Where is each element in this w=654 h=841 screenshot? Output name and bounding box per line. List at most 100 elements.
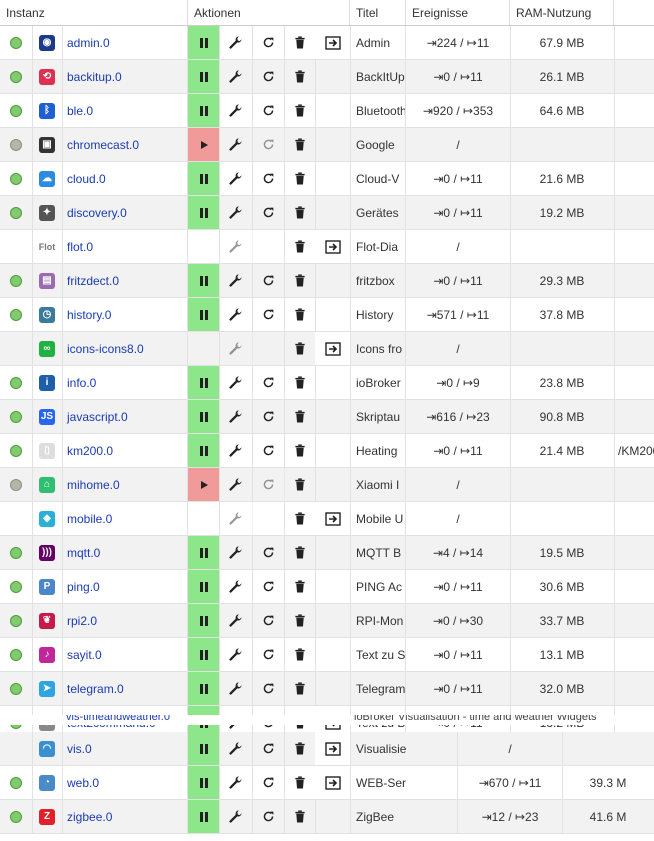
wrench-icon[interactable] <box>219 162 253 195</box>
instance-name-link[interactable]: admin.0 <box>62 26 188 59</box>
instance-name-link[interactable]: ping.0 <box>62 570 188 603</box>
pause-instance-button[interactable] <box>188 672 220 705</box>
header-titel[interactable]: Titel <box>350 0 406 25</box>
instance-name-link[interactable]: javascript.0 <box>62 400 188 433</box>
instance-name-link[interactable]: vis.0 <box>62 732 188 765</box>
pause-instance-button[interactable] <box>188 298 220 331</box>
pause-instance-button[interactable] <box>188 638 220 671</box>
wrench-icon[interactable] <box>219 128 253 161</box>
header-ram[interactable]: RAM-Nutzung <box>510 0 614 25</box>
wrench-icon[interactable] <box>219 638 253 671</box>
pause-instance-button[interactable] <box>188 732 220 765</box>
trash-icon[interactable] <box>284 400 316 433</box>
instance-name-link[interactable]: chromecast.0 <box>62 128 188 161</box>
trash-icon[interactable] <box>284 128 316 161</box>
instance-name-link[interactable]: info.0 <box>62 366 188 399</box>
reload-icon[interactable] <box>252 162 285 195</box>
open-web-icon[interactable] <box>315 26 351 59</box>
instance-name-link[interactable]: mobile.0 <box>62 502 188 535</box>
instance-name-link[interactable]: discovery.0 <box>62 196 188 229</box>
reload-icon[interactable] <box>252 536 285 569</box>
wrench-icon[interactable] <box>219 468 253 501</box>
pause-instance-button[interactable] <box>188 536 220 569</box>
trash-icon[interactable] <box>284 298 316 331</box>
trash-icon[interactable] <box>284 94 316 127</box>
trash-icon[interactable] <box>284 196 316 229</box>
pause-instance-button[interactable] <box>188 570 220 603</box>
instance-name-link[interactable]: sayit.0 <box>62 638 188 671</box>
open-web-icon[interactable] <box>315 766 351 799</box>
trash-icon[interactable] <box>284 800 316 833</box>
reload-icon[interactable] <box>252 638 285 671</box>
reload-icon[interactable] <box>252 298 285 331</box>
pause-instance-button[interactable] <box>188 26 220 59</box>
wrench-icon[interactable] <box>219 502 253 535</box>
start-instance-button[interactable] <box>188 468 220 501</box>
wrench-icon[interactable] <box>219 400 253 433</box>
instance-name-link[interactable]: web.0 <box>62 766 188 799</box>
reload-icon[interactable] <box>252 434 285 467</box>
trash-icon[interactable] <box>284 366 316 399</box>
header-instanz[interactable]: Instanz <box>0 0 188 25</box>
pause-instance-button[interactable] <box>188 60 220 93</box>
instance-name-link[interactable]: icons-icons8.0 <box>62 332 188 365</box>
header-ereignisse[interactable]: Ereignisse <box>406 0 510 25</box>
wrench-icon[interactable] <box>219 60 253 93</box>
trash-icon[interactable] <box>284 672 316 705</box>
trash-icon[interactable] <box>284 26 316 59</box>
reload-icon[interactable] <box>252 400 285 433</box>
wrench-icon[interactable] <box>219 672 253 705</box>
wrench-icon[interactable] <box>219 434 253 467</box>
wrench-icon[interactable] <box>219 332 253 365</box>
instance-name-link[interactable]: flot.0 <box>62 230 188 263</box>
reload-icon[interactable] <box>252 26 285 59</box>
instance-name-link[interactable]: fritzdect.0 <box>62 264 188 297</box>
reload-icon[interactable] <box>252 94 285 127</box>
instance-name-link[interactable]: rpi2.0 <box>62 604 188 637</box>
trash-icon[interactable] <box>284 604 316 637</box>
wrench-icon[interactable] <box>219 604 253 637</box>
instance-name-link[interactable]: zigbee.0 <box>62 800 188 833</box>
reload-icon[interactable] <box>252 732 285 765</box>
trash-icon[interactable] <box>284 536 316 569</box>
trash-icon[interactable] <box>284 162 316 195</box>
trash-icon[interactable] <box>284 502 316 535</box>
instance-name-link[interactable]: telegram.0 <box>62 672 188 705</box>
reload-icon[interactable] <box>252 604 285 637</box>
pause-instance-button[interactable] <box>188 162 220 195</box>
wrench-icon[interactable] <box>219 298 253 331</box>
trash-icon[interactable] <box>284 570 316 603</box>
trash-icon[interactable] <box>284 638 316 671</box>
reload-icon[interactable] <box>252 672 285 705</box>
wrench-icon[interactable] <box>219 732 253 765</box>
start-instance-button[interactable] <box>188 128 220 161</box>
wrench-icon[interactable] <box>219 196 253 229</box>
trash-icon[interactable] <box>284 766 316 799</box>
trash-icon[interactable] <box>284 434 316 467</box>
reload-icon[interactable] <box>252 570 285 603</box>
wrench-icon[interactable] <box>219 264 253 297</box>
trash-icon[interactable] <box>284 332 316 365</box>
reload-icon[interactable] <box>252 800 285 833</box>
wrench-icon[interactable] <box>219 536 253 569</box>
reload-icon[interactable] <box>252 264 285 297</box>
instance-name-link[interactable]: backitup.0 <box>62 60 188 93</box>
pause-instance-button[interactable] <box>188 366 220 399</box>
wrench-icon[interactable] <box>219 366 253 399</box>
reload-icon[interactable] <box>252 366 285 399</box>
instance-name-link[interactable]: mqtt.0 <box>62 536 188 569</box>
instance-name-link[interactable]: cloud.0 <box>62 162 188 195</box>
open-web-icon[interactable] <box>315 332 351 365</box>
pause-instance-button[interactable] <box>188 94 220 127</box>
wrench-icon[interactable] <box>219 800 253 833</box>
reload-icon[interactable] <box>252 196 285 229</box>
open-web-icon[interactable] <box>315 732 351 765</box>
trash-icon[interactable] <box>284 468 316 501</box>
pause-instance-button[interactable] <box>188 800 220 833</box>
pause-instance-button[interactable] <box>188 264 220 297</box>
trash-icon[interactable] <box>284 732 316 765</box>
instance-name-link[interactable]: mihome.0 <box>62 468 188 501</box>
instance-name-link[interactable]: km200.0 <box>62 434 188 467</box>
pause-instance-button[interactable] <box>188 434 220 467</box>
pause-instance-button[interactable] <box>188 766 220 799</box>
